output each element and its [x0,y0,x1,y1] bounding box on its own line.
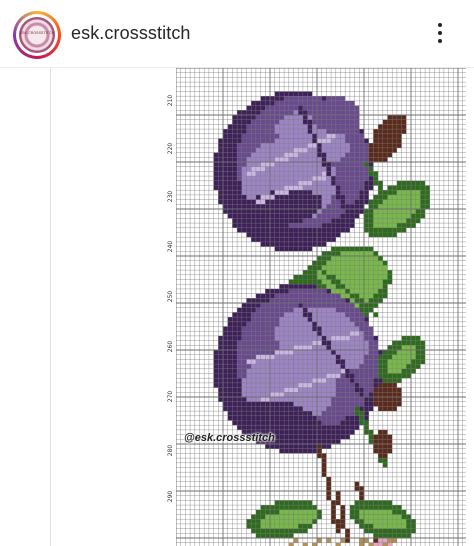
row-label: 250 [167,290,175,302]
watermark-text: @esk.crossstitch [184,432,275,444]
cross-stitch-chart: 210 220 230 240 250 260 270 280 290 [166,68,466,546]
more-options-icon[interactable] [430,19,450,47]
row-label: 240 [167,240,175,252]
row-label: 220 [167,142,175,154]
avatar-logo: ESK.CROSSSTITCH [19,17,55,53]
username-link[interactable]: esk.crossstitch [71,23,191,44]
post-header: ESK.CROSSSTITCH esk.crossstitch [0,0,474,68]
row-number-labels: 210 220 230 240 250 260 270 280 290 [166,68,176,546]
left-divider [50,68,51,546]
row-label: 270 [167,390,175,402]
row-label: 230 [167,190,175,202]
row-label: 210 [167,94,175,106]
row-label: 280 [167,444,175,456]
row-label: 290 [167,490,175,502]
profile-avatar[interactable]: ESK.CROSSSTITCH [13,11,61,59]
avatar-frame: ESK.CROSSSTITCH [16,14,58,56]
stitch-pattern-grid [176,68,466,546]
avatar-logo-text: ESK.CROSSSTITCH [19,31,55,35]
row-label: 260 [167,340,175,352]
